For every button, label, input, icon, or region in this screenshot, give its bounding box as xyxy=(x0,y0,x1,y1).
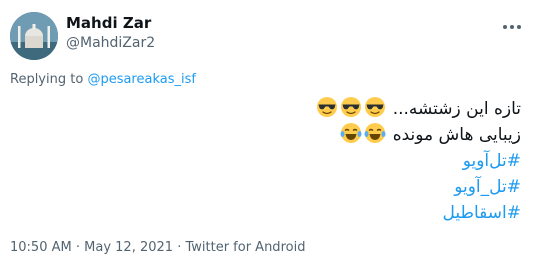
meta-separator: · xyxy=(75,240,80,255)
avatar[interactable] xyxy=(10,12,58,60)
sunglasses-emoji-icon xyxy=(365,97,386,117)
tweet-time-link[interactable]: 10:50 AM xyxy=(10,240,72,255)
sunglasses-emoji-icon xyxy=(341,97,362,117)
mosque-icon xyxy=(10,12,58,60)
tears-of-joy-emoji-icon xyxy=(340,123,362,143)
author-name[interactable]: Mahdi Zar xyxy=(66,14,151,32)
tweet-meta: 10:50 AM · May 12, 2021 · Twitter for An… xyxy=(10,240,305,255)
tweet-source-link[interactable]: Twitter for Android xyxy=(185,240,305,255)
hashtag-link[interactable]: #تل_آویو xyxy=(161,174,521,200)
tweet-card: Mahdi Zar @MahdiZar2 Replying to @pesare… xyxy=(0,0,535,269)
tweet-line-1: تازه این زشتشه... xyxy=(161,96,521,122)
hashtag-link[interactable]: #اسقاطیل xyxy=(161,200,521,226)
hashtag-link[interactable]: #تل‌آویو xyxy=(161,148,521,174)
tweet-date-link[interactable]: May 12, 2021 xyxy=(84,240,173,255)
reply-mention-link[interactable]: @pesareakas_isf xyxy=(87,72,196,87)
meta-separator: · xyxy=(177,240,182,255)
replying-prefix: Replying to xyxy=(10,72,84,87)
tears-of-joy-emoji-icon xyxy=(364,123,386,143)
more-icon[interactable] xyxy=(501,16,523,38)
tweet-line-2: زیبایی هاش مونده xyxy=(161,122,521,148)
tweet-line-1-text: تازه این زشتشه... xyxy=(392,99,521,119)
tweet-line-2-text: زیبایی هاش مونده xyxy=(392,125,521,145)
author-handle[interactable]: @MahdiZar2 xyxy=(66,35,155,51)
sunglasses-emoji-icon xyxy=(317,97,338,117)
replying-to: Replying to @pesareakas_isf xyxy=(10,72,196,87)
tweet-text: تازه این زشتشه... زیبایی هاش مونده xyxy=(161,96,521,226)
